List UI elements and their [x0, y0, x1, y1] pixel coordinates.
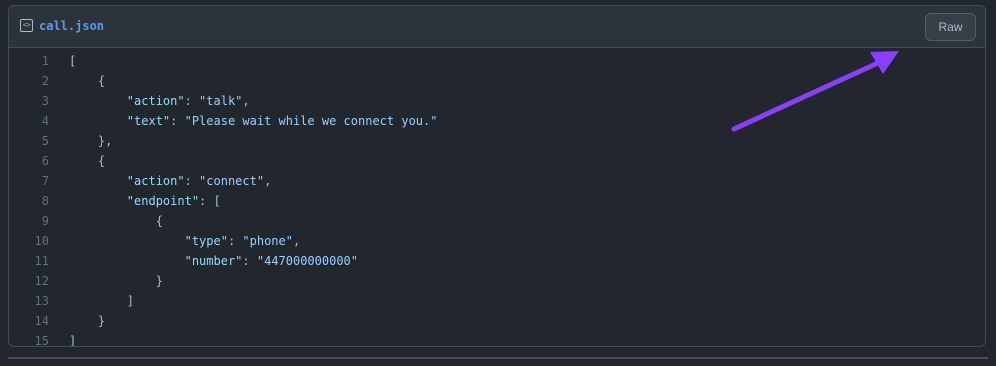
code-line: 8 "endpoint": [ — [9, 191, 985, 211]
raw-button[interactable]: Raw — [925, 13, 976, 41]
json-punctuation: ] — [69, 334, 77, 347]
line-code: "action": "talk", — [69, 94, 250, 108]
line-number[interactable]: 1 — [9, 54, 49, 68]
line-number[interactable]: 5 — [9, 134, 49, 148]
json-punctuation: { — [69, 154, 106, 168]
json-string: "Please wait while we connect you." — [184, 114, 438, 128]
json-punctuation: : [ — [199, 194, 221, 208]
line-code: "number": "447000000000" — [69, 254, 358, 268]
line-code: } — [69, 314, 105, 328]
json-punctuation: } — [69, 314, 106, 328]
code-line: 10 "type": "phone", — [9, 231, 985, 251]
line-number[interactable]: 11 — [9, 254, 49, 268]
line-code: { — [69, 74, 105, 88]
json-string: "talk" — [199, 94, 243, 108]
line-number[interactable]: 14 — [9, 314, 49, 328]
json-punctuation: ] — [69, 294, 135, 308]
json-key: "action" — [126, 174, 185, 188]
json-string: "447000000000" — [256, 254, 358, 268]
json-punctuation: { — [69, 74, 106, 88]
json-punctuation: : — [242, 254, 257, 268]
json-punctuation: } — [69, 274, 163, 288]
json-punctuation: : — [184, 94, 200, 108]
code-line: 7 "action": "connect", — [9, 171, 985, 191]
line-code: }, — [69, 134, 112, 148]
code-line: 12 } — [9, 271, 985, 291]
line-code: { — [69, 154, 105, 168]
json-key: "endpoint" — [126, 194, 200, 208]
line-number[interactable]: 4 — [9, 114, 49, 128]
code-line: 15] — [9, 331, 985, 347]
code-line: 5 }, — [9, 131, 985, 151]
line-code: [ — [69, 54, 76, 68]
json-punctuation: [ — [69, 54, 77, 68]
file-header: <> call.json Raw — [9, 6, 985, 48]
json-punctuation: , — [242, 94, 250, 108]
json-punctuation: , — [292, 234, 301, 248]
json-punctuation — [69, 194, 127, 208]
json-string: "phone" — [242, 234, 293, 248]
json-punctuation — [69, 234, 185, 248]
line-code: } — [69, 274, 163, 288]
line-code: ] — [69, 334, 77, 347]
line-number[interactable]: 8 — [9, 194, 49, 208]
json-string: "connect" — [199, 174, 265, 188]
json-punctuation — [69, 94, 127, 108]
line-code: "type": "phone", — [69, 234, 301, 248]
line-code: "endpoint": [ — [69, 194, 221, 208]
json-key: "action" — [126, 94, 185, 108]
line-number[interactable]: 9 — [9, 214, 49, 228]
json-key: "text" — [126, 114, 171, 128]
line-code: "text": "Please wait while we connect yo… — [69, 114, 438, 128]
json-punctuation: : — [184, 174, 200, 188]
json-punctuation — [69, 254, 185, 268]
line-number[interactable]: 2 — [9, 74, 49, 88]
code-file-icon: <> — [20, 19, 33, 32]
code-line: 1[ — [9, 51, 985, 71]
file-name[interactable]: call.json — [39, 18, 104, 34]
json-punctuation: { — [69, 214, 163, 228]
line-number[interactable]: 15 — [9, 334, 49, 346]
line-number[interactable]: 7 — [9, 174, 49, 188]
code-line: 11 "number": "447000000000" — [9, 251, 985, 271]
json-punctuation: : — [170, 114, 185, 128]
json-punctuation — [69, 114, 127, 128]
code-line: 4 "text": "Please wait while we connect … — [9, 111, 985, 131]
line-number[interactable]: 12 — [9, 274, 49, 288]
json-punctuation: }, — [69, 134, 113, 148]
json-key: "type" — [184, 234, 228, 248]
line-code: { — [69, 214, 163, 228]
json-punctuation: : — [227, 234, 243, 248]
code-body: 1[2 {3 "action": "talk", 4 "text": "Pleas… — [9, 48, 985, 346]
page-bottom-rule — [8, 357, 988, 359]
code-line: 9 { — [9, 211, 985, 231]
code-line: 2 { — [9, 71, 985, 91]
code-line: 3 "action": "talk", — [9, 91, 985, 111]
line-number[interactable]: 6 — [9, 154, 49, 168]
json-punctuation: , — [264, 174, 272, 188]
code-line: 13 ] — [9, 291, 985, 311]
line-code: "action": "connect", — [69, 174, 272, 188]
json-punctuation — [69, 174, 127, 188]
line-number[interactable]: 13 — [9, 294, 49, 308]
json-key: "number" — [184, 254, 243, 268]
line-code: ] — [69, 294, 134, 308]
code-line: 14 } — [9, 311, 985, 331]
line-number[interactable]: 3 — [9, 94, 49, 108]
code-line: 6 { — [9, 151, 985, 171]
line-number[interactable]: 10 — [9, 234, 49, 248]
file-viewer: <> call.json Raw 1[2 {3 "action": "talk"… — [8, 5, 986, 347]
